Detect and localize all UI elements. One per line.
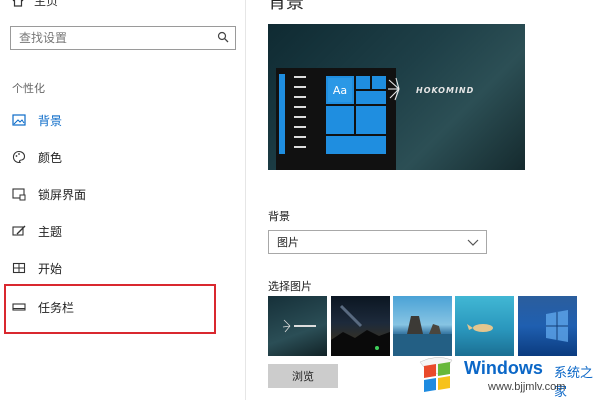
sidebar-item-label: 颜色 [38, 150, 63, 165]
search-icon[interactable] [217, 31, 229, 43]
starburst-icon [388, 77, 400, 101]
picture-thumbnail-4[interactable] [455, 296, 514, 356]
picture-thumbnail-3[interactable] [393, 296, 452, 356]
home-icon [12, 0, 24, 7]
windows-logo-icon [419, 357, 453, 392]
lock-screen-icon [12, 188, 26, 201]
search-box[interactable] [10, 26, 236, 50]
sidebar-item-label: 主题 [38, 224, 63, 239]
preview-tile: Aa [328, 78, 352, 102]
taskbar-highlight-box [4, 284, 216, 334]
picture-icon [12, 114, 26, 126]
section-title: 个性化 [12, 82, 45, 95]
picture-thumbnail-1[interactable] [268, 296, 327, 356]
sidebar-item-label: 背景 [38, 113, 63, 128]
watermark-url: www.bjjmlv.com [488, 381, 566, 393]
sidebar-item-label: 开始 [38, 261, 63, 276]
palette-icon [12, 150, 26, 163]
home-nav[interactable]: 主页 [12, 0, 58, 9]
browse-button[interactable]: 浏览 [268, 364, 338, 388]
sidebar-item-label: 锁屏界面 [38, 187, 87, 202]
search-input[interactable] [11, 27, 209, 49]
background-label: 背景 [268, 210, 290, 223]
home-label: 主页 [34, 0, 59, 8]
sidebar-item-themes[interactable]: 主题 [12, 221, 62, 241]
background-type-value: 图片 [277, 236, 299, 249]
preview-brand: HOKOMIND [416, 86, 475, 95]
page-title: 背景 [268, 0, 304, 13]
start-icon [12, 262, 26, 274]
sidebar-item-background[interactable]: 背景 [12, 110, 62, 130]
sidebar-item-start[interactable]: 开始 [12, 258, 62, 278]
picture-thumbnail-2[interactable] [331, 296, 390, 356]
background-type-select[interactable]: 图片 [268, 230, 487, 254]
choose-picture-label: 选择图片 [268, 280, 312, 293]
sidebar: 主页 个性化 背景 颜色 锁屏界面 主题 开始 任务栏 [0, 0, 246, 400]
sidebar-item-lock-screen[interactable]: 锁屏界面 [12, 184, 86, 204]
background-preview: Aa HOKOMIND [268, 24, 525, 170]
chevron-down-icon [467, 239, 479, 246]
theme-icon [12, 225, 26, 236]
sidebar-item-colors[interactable]: 颜色 [12, 147, 62, 167]
watermark-brand: Windows [464, 358, 543, 378]
preview-start-menu: Aa [276, 68, 396, 170]
picture-thumbnail-5[interactable] [518, 296, 577, 356]
watermark: Windows 系统之家 www.bjjmlv.com [418, 352, 600, 400]
